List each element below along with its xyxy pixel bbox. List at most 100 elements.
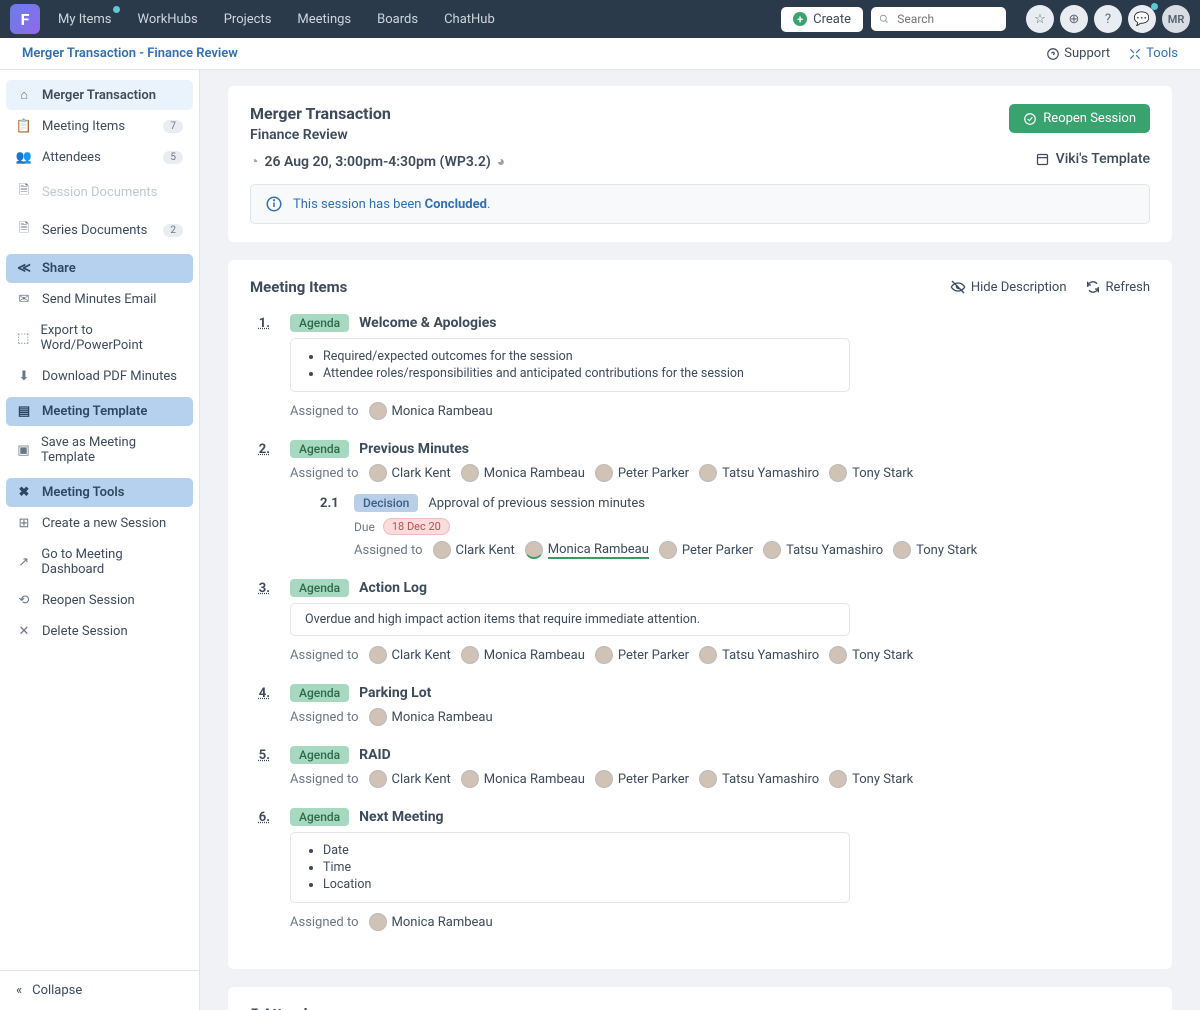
sidebar-item-download-pdf[interactable]: ⬇ Download PDF Minutes — [6, 362, 193, 391]
avatar-icon — [893, 541, 911, 559]
nav-projects[interactable]: Projects — [224, 12, 272, 27]
reopen-session-button[interactable]: Reopen Session — [1009, 104, 1150, 133]
assignee[interactable]: Clark Kent — [433, 541, 515, 559]
assignee[interactable]: Tony Stark — [829, 464, 913, 482]
sidebar-item-label: Export to Word/PowerPoint — [40, 323, 183, 353]
nav-chathub[interactable]: ChatHub — [444, 12, 495, 27]
assignee[interactable]: Monica Rambeau — [461, 464, 585, 482]
assignee[interactable]: Peter Parker — [595, 464, 689, 482]
assigned-row: Assigned toClark KentMonica RambeauPeter… — [290, 464, 1150, 482]
user-avatar[interactable]: MR — [1162, 5, 1190, 33]
assignee[interactable]: Clark Kent — [369, 464, 451, 482]
collapse-button[interactable]: « Collapse — [0, 970, 199, 1010]
sidebar-item-merger[interactable]: ⌂ Merger Transaction — [6, 80, 193, 110]
assigned-row: Assigned toClark KentMonica RambeauPeter… — [290, 770, 1150, 788]
item-title[interactable]: Next Meeting — [359, 809, 443, 825]
sidebar-item-series-docs[interactable]: 🗎 Series Documents 2 — [6, 212, 193, 248]
assignee-name: Clark Kent — [456, 543, 515, 558]
assigned-label: Assigned to — [290, 404, 359, 419]
assignee[interactable]: Monica Rambeau — [369, 708, 493, 726]
sidebar-item-meeting-items[interactable]: 📋 Meeting Items 7 — [6, 112, 193, 141]
nav-meetings[interactable]: Meetings — [297, 12, 351, 27]
count-badge: 5 — [163, 151, 183, 164]
clock-forward-icon[interactable]: ◕ — [497, 153, 505, 170]
search-box[interactable] — [871, 7, 1006, 31]
agenda-tag: Agenda — [290, 684, 349, 702]
assigned-row: Assigned toClark KentMonica RambeauPeter… — [290, 646, 1150, 664]
template-link[interactable]: Viki's Template — [1035, 151, 1150, 167]
assignee[interactable]: Tatsu Yamashiro — [763, 541, 883, 559]
decision-tag: Decision — [354, 494, 418, 512]
sidebar-item-label: Save as Meeting Template — [41, 435, 183, 465]
meeting-item: 2.AgendaPrevious MinutesAssigned toClark… — [250, 440, 1150, 559]
assignee[interactable]: Monica Rambeau — [369, 913, 493, 931]
assignee[interactable]: Tatsu Yamashiro — [699, 646, 819, 664]
item-title[interactable]: RAID — [359, 747, 391, 763]
sidebar-section-share[interactable]: ≪ Share — [6, 254, 193, 283]
add-item-icon[interactable]: ⊕ — [1060, 5, 1088, 33]
breadcrumb[interactable]: Merger Transaction - Finance Review — [22, 46, 238, 61]
assignee[interactable]: Tony Stark — [893, 541, 977, 559]
assignee[interactable]: Monica Rambeau — [461, 646, 585, 664]
search-input[interactable] — [895, 11, 998, 27]
item-title[interactable]: Welcome & Apologies — [359, 315, 496, 331]
item-title[interactable]: Action Log — [359, 580, 427, 596]
chat-icon[interactable]: 💬 — [1128, 5, 1156, 33]
assignee-name: Monica Rambeau — [484, 466, 585, 481]
sidebar-section-tools[interactable]: ✖ Meeting Tools — [6, 478, 193, 507]
assignee-name: Tony Stark — [852, 648, 913, 663]
avatar-icon — [461, 464, 479, 482]
refresh-button[interactable]: Refresh — [1085, 279, 1150, 295]
sidebar-item-send-minutes[interactable]: ✉ Send Minutes Email — [6, 285, 193, 314]
sidebar-item-save-template[interactable]: ▣ Save as Meeting Template — [6, 428, 193, 472]
hide-description-button[interactable]: Hide Description — [950, 279, 1067, 295]
tools-link[interactable]: Tools — [1128, 46, 1178, 61]
star-icon[interactable]: ☆ — [1026, 5, 1054, 33]
agenda-tag: Agenda — [290, 746, 349, 764]
assignee[interactable]: Monica Rambeau — [525, 541, 649, 559]
assignee[interactable]: Clark Kent — [369, 770, 451, 788]
sidebar-section-template[interactable]: ▤ Meeting Template — [6, 397, 193, 426]
nav-boards[interactable]: Boards — [377, 12, 418, 27]
subitem: 2.1DecisionApproval of previous session … — [320, 494, 1150, 559]
assignee[interactable]: Tony Stark — [829, 770, 913, 788]
assignee[interactable]: Tatsu Yamashiro — [699, 464, 819, 482]
subitem-title[interactable]: Approval of previous session minutes — [428, 496, 645, 511]
session-header-card: Merger Transaction Finance Review ◔ 26 A… — [228, 86, 1172, 242]
assignee[interactable]: Peter Parker — [595, 770, 689, 788]
sidebar-item-export[interactable]: ⬚ Export to Word/PowerPoint — [6, 316, 193, 360]
description-bullet: Attendee roles/responsibilities and anti… — [323, 366, 835, 381]
save-icon: ▣ — [16, 443, 31, 458]
assignee[interactable]: Tony Stark — [829, 646, 913, 664]
assignee-name: Monica Rambeau — [484, 648, 585, 663]
sidebar-item-new-session[interactable]: ⊞ Create a new Session — [6, 509, 193, 538]
assignee[interactable]: Peter Parker — [595, 646, 689, 664]
sidebar-item-dashboard[interactable]: ↗ Go to Meeting Dashboard — [6, 540, 193, 584]
support-link[interactable]: Support — [1046, 46, 1110, 61]
item-body: AgendaParking LotAssigned toMonica Rambe… — [290, 684, 1150, 726]
assignee[interactable]: Peter Parker — [659, 541, 753, 559]
nav-my-items[interactable]: My Items — [58, 12, 112, 27]
item-title[interactable]: Previous Minutes — [359, 441, 469, 457]
item-number: 4. — [250, 684, 270, 726]
avatar-icon — [659, 541, 677, 559]
assignee[interactable]: Clark Kent — [369, 646, 451, 664]
avatar-icon — [369, 646, 387, 664]
assignee[interactable]: Tatsu Yamashiro — [699, 770, 819, 788]
app-logo[interactable]: F — [10, 4, 40, 34]
clock-back-icon[interactable]: ◔ — [250, 153, 258, 170]
breadcrumb-bar: Merger Transaction - Finance Review Supp… — [0, 38, 1200, 70]
count-badge: 7 — [163, 120, 183, 133]
sidebar-item-attendees[interactable]: 👥 Attendees 5 — [6, 143, 193, 172]
help-icon[interactable]: ? — [1094, 5, 1122, 33]
avatar-icon — [595, 464, 613, 482]
sidebar-item-delete[interactable]: ✕ Delete Session — [6, 617, 193, 646]
meeting-items-title: Meeting Items — [250, 278, 347, 296]
create-button[interactable]: + Create — [781, 7, 863, 32]
assignee[interactable]: Monica Rambeau — [369, 402, 493, 420]
assignee[interactable]: Monica Rambeau — [461, 770, 585, 788]
item-title[interactable]: Parking Lot — [359, 685, 431, 701]
sidebar-item-reopen[interactable]: ⟲ Reopen Session — [6, 586, 193, 615]
plus-box-icon: ⊞ — [16, 516, 32, 531]
nav-workhubs[interactable]: WorkHubs — [138, 12, 198, 27]
